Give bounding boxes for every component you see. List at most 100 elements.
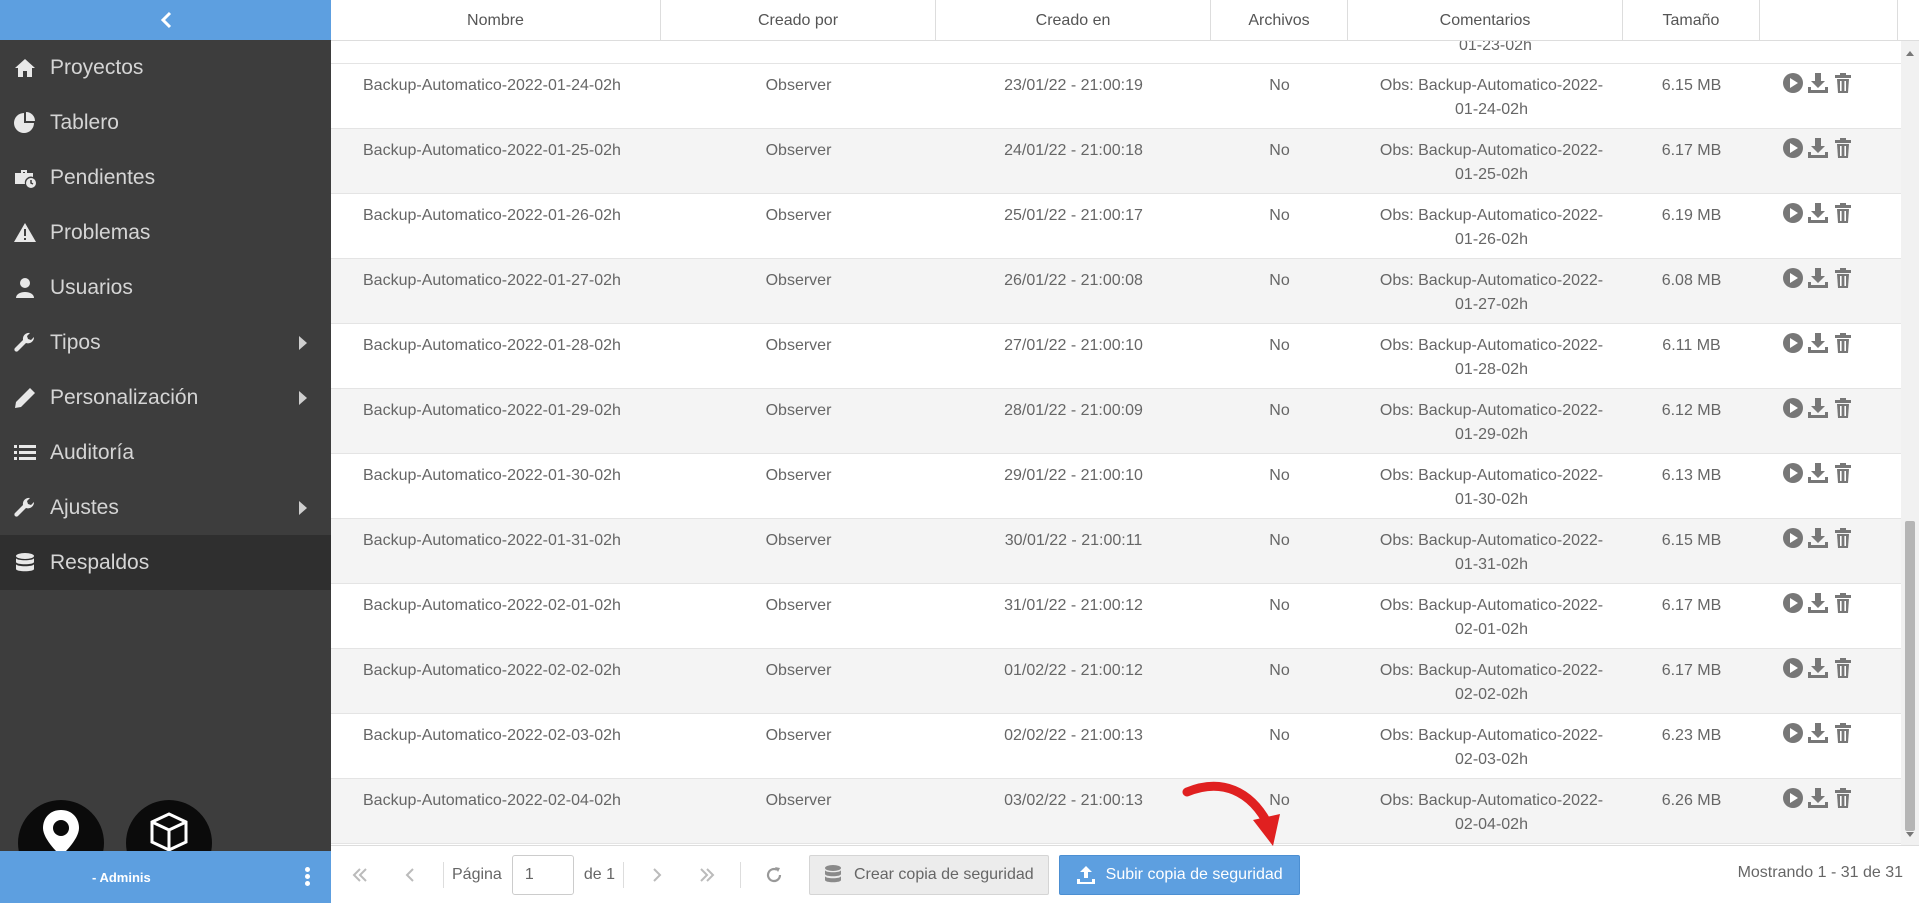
download-icon[interactable] (1807, 72, 1829, 94)
column-header-tamano[interactable]: Tamaño (1623, 0, 1760, 41)
cell-created-by: Observer (765, 792, 832, 809)
table-row[interactable]: Backup-Automatico-2022-02-01-02h Observer… (331, 584, 1901, 649)
cell-size: 6.15 MB (1661, 77, 1722, 94)
list-icon (12, 440, 38, 466)
table-row[interactable]: Backup-Automatico-2022-02-02-02h Observer… (331, 649, 1901, 714)
download-icon[interactable] (1807, 202, 1829, 224)
scroll-down-arrow[interactable] (1906, 832, 1914, 837)
table-row[interactable]: Backup-Automatico-2022-02-03-02h Observer… (331, 714, 1901, 779)
cell-name: Backup-Automatico-2022-01-31-02h (363, 532, 621, 549)
table-row[interactable]: Backup-Automatico-2022-01-30-02h Observer… (331, 454, 1901, 519)
trash-icon[interactable] (1832, 332, 1854, 354)
download-icon[interactable] (1807, 722, 1829, 744)
trash-icon[interactable] (1832, 462, 1854, 484)
play-icon[interactable] (1782, 787, 1804, 809)
table-row[interactable]: Backup-Automatico-2022-02-04-02h Observer… (331, 779, 1901, 844)
sidebar-item-problemas[interactable]: Problemas (0, 205, 331, 260)
sidebar-item-label: Usuarios (50, 275, 133, 299)
play-icon[interactable] (1782, 202, 1804, 224)
trash-icon[interactable] (1832, 527, 1854, 549)
trash-icon[interactable] (1832, 722, 1854, 744)
table-rows: Backup-Automatico-2022-01-24-02h Observer… (331, 64, 1901, 844)
play-icon[interactable] (1782, 657, 1804, 679)
sidebar-item-respaldos[interactable]: Respaldos (0, 535, 331, 590)
sidebar-item-pendientes[interactable]: Pendientes (0, 150, 331, 205)
column-header-creado-en[interactable]: Creado en (936, 0, 1211, 41)
cell-created-at: 27/01/22 - 21:00:10 (1004, 337, 1143, 354)
download-icon[interactable] (1807, 332, 1829, 354)
column-header-nombre[interactable]: Nombre (331, 0, 661, 41)
table-row[interactable]: Backup-Automatico-2022-01-29-02h Observer… (331, 389, 1901, 454)
play-icon[interactable] (1782, 332, 1804, 354)
previous-page-icon[interactable] (395, 860, 425, 890)
sidebar-item-ajustes[interactable]: Ajustes (0, 480, 331, 535)
download-icon[interactable] (1807, 657, 1829, 679)
sidebar-item-usuarios[interactable]: Usuarios (0, 260, 331, 315)
first-page-icon[interactable] (345, 860, 375, 890)
play-icon[interactable] (1782, 527, 1804, 549)
cell-created-by: Observer (765, 532, 832, 549)
table-row[interactable]: Backup-Automatico-2022-01-25-02h Observer… (331, 129, 1901, 194)
scroll-up-arrow[interactable] (1906, 51, 1914, 56)
upload-backup-button[interactable]: Subir copia de seguridad (1058, 854, 1300, 895)
download-icon[interactable] (1807, 267, 1829, 289)
trash-icon[interactable] (1832, 657, 1854, 679)
toolbar-separator (443, 861, 444, 888)
refresh-icon[interactable] (759, 860, 789, 890)
sidebar-collapse-button[interactable] (0, 0, 331, 40)
sidebar-nav: Proyectos Tablero Pendientes Problemas Usuar… (0, 40, 331, 590)
cell-size: 6.17 MB (1661, 662, 1722, 679)
sidebar-item-tablero[interactable]: Tablero (0, 95, 331, 150)
sidebar-item-personalizacion[interactable]: Personalización (0, 370, 331, 425)
row-actions (1760, 779, 1880, 843)
trash-icon[interactable] (1832, 202, 1854, 224)
trash-icon[interactable] (1832, 267, 1854, 289)
download-icon[interactable] (1807, 137, 1829, 159)
column-header-archivos[interactable]: Archivos (1211, 0, 1348, 41)
cell-created-at: 29/01/22 - 21:00:10 (1004, 467, 1143, 484)
table-row[interactable]: Backup-Automatico-2022-01-26-02h Observer… (331, 194, 1901, 259)
trash-icon[interactable] (1832, 592, 1854, 614)
current-user-label[interactable]: - Adminis (92, 870, 151, 885)
trash-icon[interactable] (1832, 397, 1854, 419)
next-page-icon[interactable] (642, 860, 672, 890)
download-icon[interactable] (1807, 527, 1829, 549)
cell-files: No (1269, 142, 1290, 159)
sidebar-item-proyectos[interactable]: Proyectos (0, 40, 331, 95)
last-page-icon[interactable] (692, 860, 722, 890)
row-actions (1760, 324, 1880, 388)
play-icon[interactable] (1782, 722, 1804, 744)
cell-created-at: 01/02/22 - 21:00:12 (1004, 662, 1143, 679)
play-icon[interactable] (1782, 267, 1804, 289)
create-backup-button[interactable]: Crear copia de seguridad (808, 854, 1049, 895)
page-number-input[interactable] (511, 854, 574, 895)
sidebar-item-auditoria[interactable]: Auditoría (0, 425, 331, 480)
kebab-menu-icon[interactable] (305, 867, 311, 887)
page-count-label: de 1 (583, 865, 615, 883)
table-row[interactable]: Backup-Automatico-2022-01-31-02h Observer… (331, 519, 1901, 584)
play-icon[interactable] (1782, 137, 1804, 159)
download-icon[interactable] (1807, 397, 1829, 419)
play-icon[interactable] (1782, 462, 1804, 484)
play-icon[interactable] (1782, 592, 1804, 614)
table-scrollbar[interactable] (1901, 41, 1919, 845)
trash-icon[interactable] (1832, 137, 1854, 159)
cell-created-at: 26/01/22 - 21:00:08 (1004, 272, 1143, 289)
records-count-label: Mostrando 1 - 31 de 31 (1737, 864, 1903, 881)
download-icon[interactable] (1807, 592, 1829, 614)
table-row[interactable]: Backup-Automatico-2022-01-28-02h Observer… (331, 324, 1901, 389)
download-icon[interactable] (1807, 787, 1829, 809)
play-icon[interactable] (1782, 397, 1804, 419)
trash-icon[interactable] (1832, 787, 1854, 809)
sidebar-item-tipos[interactable]: Tipos (0, 315, 331, 370)
cell-comment: Obs: Backup-Automatico-2022-01-29-02h (1379, 402, 1604, 443)
download-icon[interactable] (1807, 462, 1829, 484)
column-header-comentarios[interactable]: Comentarios (1348, 0, 1623, 41)
table-row[interactable]: Backup-Automatico-2022-01-27-02h Observer… (331, 259, 1901, 324)
table-row[interactable]: Backup-Automatico-2022-01-24-02h Observer… (331, 64, 1901, 129)
column-header-creado-por[interactable]: Creado por (661, 0, 936, 41)
cell-name: Backup-Automatico-2022-02-01-02h (363, 597, 621, 614)
trash-icon[interactable] (1832, 72, 1854, 94)
play-icon[interactable] (1782, 72, 1804, 94)
scrollbar-thumb[interactable] (1905, 521, 1915, 831)
